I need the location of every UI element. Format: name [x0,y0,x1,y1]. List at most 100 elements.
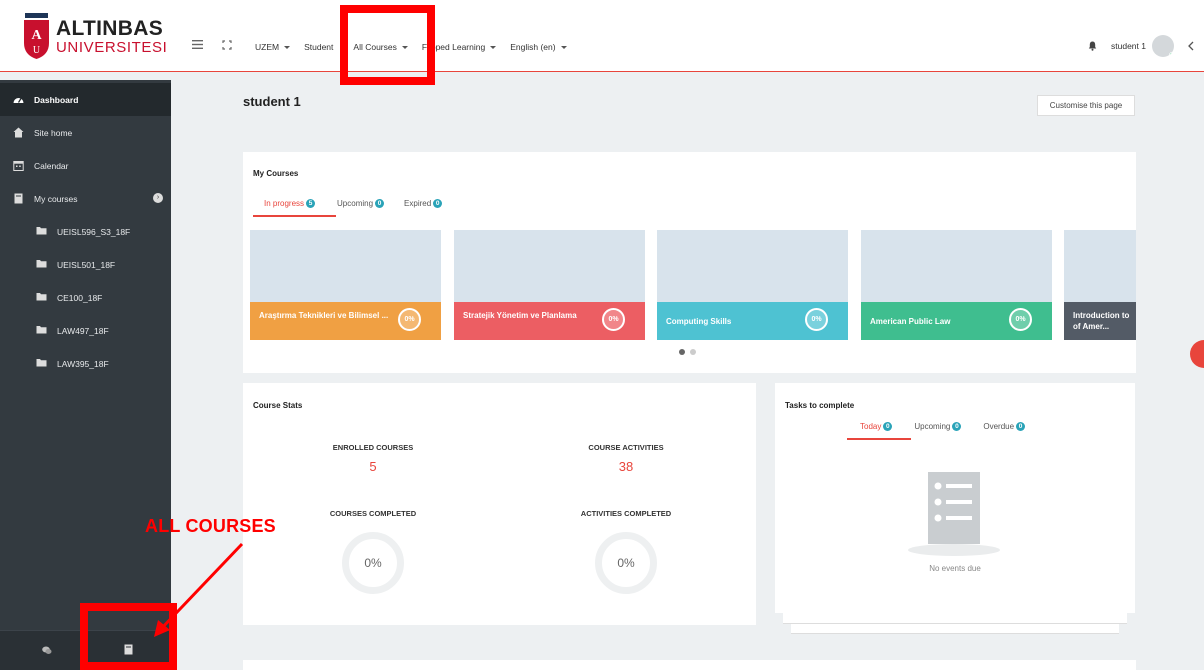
annotation-label: ALL COURSES [145,516,276,536]
sidebar-item-ce100-18f[interactable]: CE100_18F [0,281,171,314]
notification-bell-icon[interactable] [1088,41,1097,51]
nav-uzem[interactable]: UZEM [255,42,291,52]
logo-shield-icon: A U [24,13,49,59]
no-events-message: No events due [929,564,981,573]
active-tab-indicator [847,438,911,440]
folder-icon [36,325,47,336]
course-progress: 0% [1009,308,1032,331]
enrolled-courses-label: ENROLLED COURSES [332,443,414,452]
my-courses-title: My Courses [253,169,299,178]
sidebar-item-dashboard[interactable]: Dashboard [0,83,171,116]
drawer-toggle-handle[interactable] [1190,340,1204,368]
course-card[interactable]: Araştırma Teknikleri ve Bilimsel ... 0% [250,230,441,340]
partial-card [243,660,1136,670]
chevron-left-icon[interactable] [1188,41,1194,51]
course-progress: 0% [398,308,421,331]
count-badge: 0 [433,198,443,208]
tab-upcoming-tasks[interactable]: Upcoming 0 [914,419,962,433]
calendar-icon [13,160,24,171]
messages-icon[interactable] [42,646,52,655]
logo-title: ALTINBAS [56,16,163,40]
course-name[interactable]: Introduction to of Amer... [1073,310,1136,332]
course-name[interactable]: Computing Skills [666,316,796,327]
sidebar-item-calendar[interactable]: Calendar [0,149,171,182]
course-card[interactable]: Introduction to of Amer... [1064,230,1136,340]
count-badge: 0 [1016,421,1026,431]
sidebar-item-law395-18f[interactable]: LAW395_18F [0,347,171,380]
fullscreen-icon[interactable] [222,40,232,50]
course-image [250,230,441,302]
course-progress: 0% [805,308,828,331]
tab-in-progress[interactable]: In progress 5 [264,196,316,210]
online-status-dot [1169,52,1174,57]
sidebar: Dashboard Site home Calendar My courses … [0,80,171,670]
course-stats-card [243,383,756,625]
activities-completed-ring: 0% [595,532,657,594]
courses-completed-label: COURSES COMPLETED [329,509,417,518]
folder-icon [36,259,47,270]
tasks-tabs: Today 0 Upcoming 0 Overdue 0 [860,419,1047,433]
highlight-box-all-courses [340,5,435,85]
folder-icon [36,226,47,237]
my-courses-tabs: In progress 5 Upcoming 0 Expired 0 [264,196,464,210]
course-name[interactable]: American Public Law [870,316,1000,327]
tasks-title: Tasks to complete [785,401,855,410]
sidebar-item-ueisl596-s3-18f[interactable]: UEISL596_S3_18F [0,215,171,248]
count-badge: 5 [306,198,316,208]
tab-overdue[interactable]: Overdue 0 [983,419,1026,433]
course-image [1064,230,1136,302]
chevron-right-icon[interactable]: › [153,193,163,203]
activities-completed-label: ACTIVITIES COMPLETED [580,509,672,518]
avatar[interactable] [1152,35,1174,57]
empty-list-icon [906,472,1002,558]
course-name[interactable]: Araştırma Teknikleri ve Bilimsel ... [259,310,389,321]
chevron-down-icon [284,45,291,49]
university-logo[interactable]: A U ALTINBAS UNIVERSITESI [23,13,167,59]
annotation-arrow-icon [154,542,244,637]
logo-subtitle: UNIVERSITESI [56,38,168,56]
sidebar-item-site-home[interactable]: Site home [0,116,171,149]
nav-language[interactable]: English (en) [510,42,567,52]
course-card[interactable]: Computing Skills 0% [657,230,848,340]
card-stack-shadow [791,624,1119,634]
carousel-dot[interactable] [679,349,685,355]
course-name[interactable]: Stratejik Yönetim ve Planlama [463,310,593,321]
home-icon [13,127,24,138]
enrolled-courses-value: 5 [369,459,377,474]
tab-expired[interactable]: Expired 0 [404,196,443,210]
course-card[interactable]: American Public Law 0% [861,230,1052,340]
count-badge: 0 [375,198,385,208]
sidebar-item-law497-18f[interactable]: LAW497_18F [0,314,171,347]
customise-page-button[interactable]: Customise this page [1037,95,1135,116]
tab-today[interactable]: Today 0 [860,419,893,433]
carousel-dot[interactable] [690,349,696,355]
chevron-down-icon [490,45,497,49]
carousel-pagination [679,349,701,355]
course-image [657,230,848,302]
courses-completed-ring: 0% [342,532,404,594]
dashboard-icon [13,94,24,105]
hamburger-menu-icon[interactable] [192,40,203,49]
sidebar-item-my-courses[interactable]: My courses › [0,182,171,215]
count-badge: 0 [952,421,962,431]
chevron-down-icon [560,45,567,49]
folder-icon [36,292,47,303]
user-name[interactable]: student 1 [1111,41,1146,51]
course-activities-label: COURSE ACTIVITIES [588,443,664,452]
nav-student[interactable]: Student [304,42,333,52]
course-progress: 0% [602,308,625,331]
tab-upcoming[interactable]: Upcoming 0 [337,196,385,210]
courses-icon [13,193,24,204]
course-activities-value: 38 [618,459,634,474]
page-title: student 1 [243,94,301,109]
course-image [454,230,645,302]
sidebar-item-ueisl501-18f[interactable]: UEISL501_18F [0,248,171,281]
svg-text:U: U [33,45,41,56]
folder-icon [36,358,47,369]
course-card[interactable]: Stratejik Yönetim ve Planlama 0% [454,230,645,340]
course-image [861,230,1052,302]
count-badge: 0 [883,421,893,431]
active-tab-indicator [253,215,336,217]
top-navbar: A U ALTINBAS UNIVERSITESI UZEM Student A… [0,0,1204,72]
svg-text:A: A [31,28,42,43]
